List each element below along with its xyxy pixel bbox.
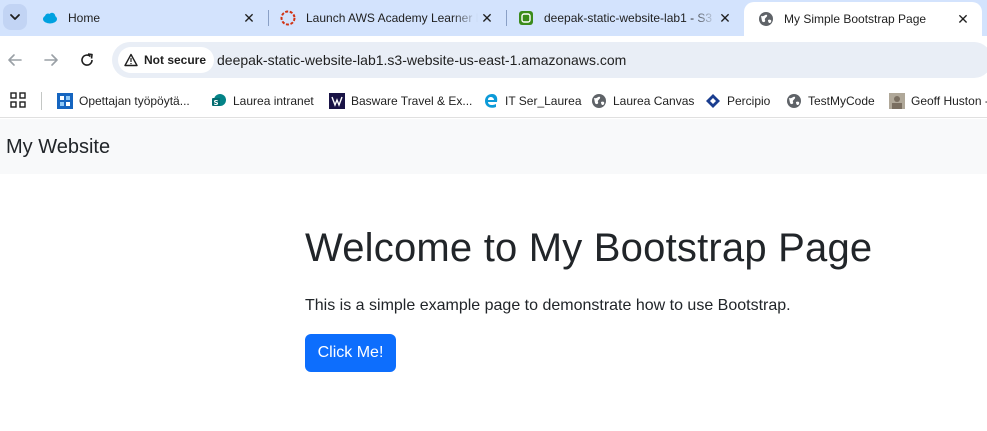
bookmark-testmycode[interactable]: TestMyCode (786, 88, 875, 114)
site-navbar: My Website (0, 119, 987, 174)
tab-title: Launch AWS Academy Learner Lab (306, 11, 478, 25)
chevron-down-icon (10, 14, 20, 20)
bookmark-label: Geoff Huston - (911, 94, 987, 108)
tab-title: Home (68, 11, 101, 25)
bookmark-opettajan[interactable]: Opettajan työpöytä... (57, 88, 190, 114)
globe-icon (787, 94, 801, 108)
bookmark-percipio[interactable]: Percipio (705, 88, 770, 114)
aws-academy-icon (280, 10, 296, 26)
edge-icon (485, 94, 498, 108)
tab-home[interactable]: Home ✕ (28, 0, 268, 36)
lead-text: This is a simple example page to demonst… (305, 297, 791, 314)
bookmark-laurea-canvas[interactable]: Laurea Canvas (591, 88, 694, 114)
bookmark-label: IT Ser_Laurea (505, 94, 582, 108)
bookmark-label: Basware Travel & Ex... (351, 94, 473, 108)
tab-bootstrap-page[interactable]: My Simple Bootstrap Page ✕ (744, 2, 982, 36)
page-heading: Welcome to My Bootstrap Page (305, 226, 873, 270)
s3-bucket-icon (519, 11, 533, 25)
tab-title: My Simple Bootstrap Page (784, 12, 927, 26)
url-text: deepak-static-website-lab1.s3-website-us… (217, 52, 627, 68)
close-icon[interactable]: ✕ (954, 10, 972, 28)
basware-icon (329, 93, 345, 109)
bookmark-basware[interactable]: Basware Travel & Ex... (329, 88, 472, 114)
close-icon[interactable]: ✕ (716, 9, 734, 27)
arrow-right-icon (44, 54, 58, 66)
tab-search-button[interactable] (3, 4, 27, 30)
close-icon[interactable]: ✕ (240, 9, 258, 27)
forward-button[interactable] (37, 46, 65, 74)
bookmark-label: TestMyCode (808, 94, 875, 108)
bookmark-label: Percipio (727, 94, 771, 108)
photo-icon (889, 93, 905, 109)
tab-s3-bucket[interactable]: deepak-static-website-lab1 - S3 bucket ✕ (504, 0, 744, 36)
reload-button[interactable] (73, 46, 101, 74)
bookmark-label: Opettajan työpöytä... (79, 94, 190, 108)
close-icon[interactable]: ✕ (478, 9, 496, 27)
bookmark-label: Laurea intranet (233, 94, 314, 108)
svg-text:S: S (213, 99, 218, 107)
bookmark-geoff-huston[interactable]: Geoff Huston - (889, 88, 987, 114)
globe-icon (759, 12, 773, 26)
dashboard-icon (57, 93, 73, 109)
bookmark-laurea-intranet[interactable]: S Laurea intranet (211, 88, 314, 114)
browser-toolbar: Not secure deepak-static-website-lab1.s3… (0, 36, 987, 84)
apps-grid-icon[interactable] (10, 92, 26, 108)
back-button[interactable] (1, 46, 29, 74)
sharepoint-icon: S (212, 94, 226, 107)
click-me-button[interactable]: Click Me! (305, 334, 396, 372)
security-chip[interactable]: Not secure (118, 47, 215, 73)
globe-icon (592, 94, 606, 108)
address-bar[interactable]: Not secure deepak-static-website-lab1.s3… (112, 42, 987, 78)
tab-aws-academy[interactable]: Launch AWS Academy Learner Lab ✕ (266, 0, 506, 36)
warning-triangle-icon (124, 53, 138, 67)
tab-strip: Home ✕ Launch AWS Academy Learner Lab ✕ … (0, 0, 987, 36)
salesforce-cloud-icon (43, 12, 57, 24)
security-label: Not secure (144, 53, 207, 67)
bookmarks-bar: Opettajan työpöytä... S Laurea intranet … (0, 84, 987, 118)
percipio-icon (706, 94, 720, 108)
bookmark-it-ser-laurea[interactable]: IT Ser_Laurea (483, 88, 582, 114)
navbar-brand[interactable]: My Website (6, 136, 110, 159)
arrow-left-icon (8, 54, 22, 66)
tab-title: deepak-static-website-lab1 - S3 bucket (544, 11, 716, 25)
bookmark-separator (41, 92, 42, 110)
bookmark-label: Laurea Canvas (613, 94, 695, 108)
reload-icon (81, 53, 93, 66)
